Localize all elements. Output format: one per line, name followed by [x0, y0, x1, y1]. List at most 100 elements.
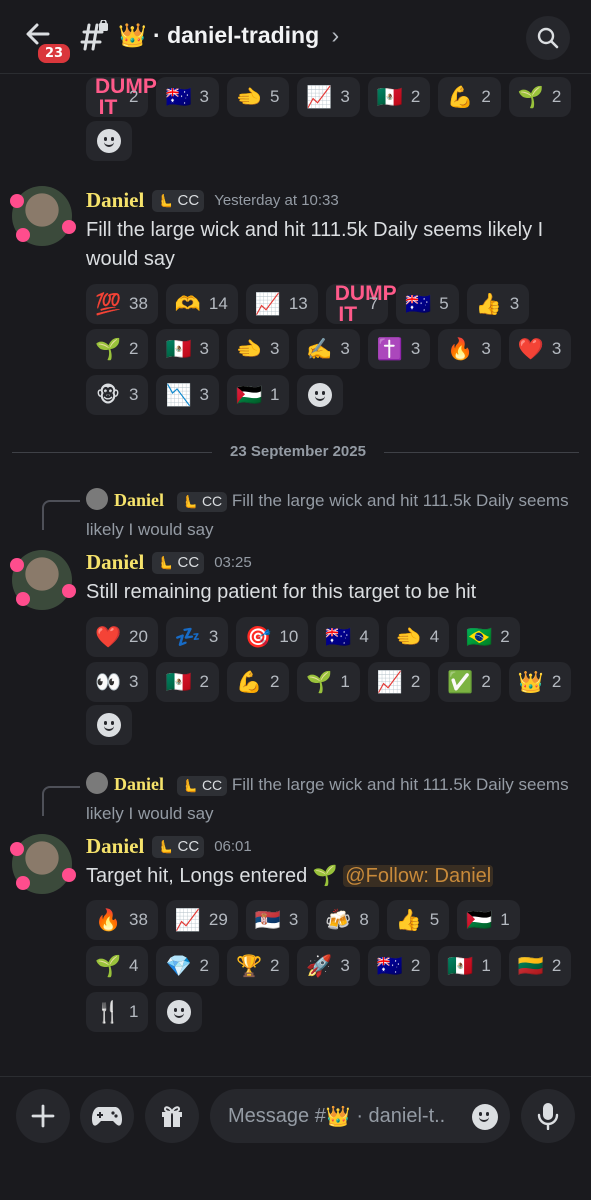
reaction-pill[interactable]: 🇵🇸 1	[226, 375, 290, 415]
attach-button[interactable]	[16, 1089, 70, 1143]
reaction-emoji: 🇲🇽	[165, 336, 192, 361]
reaction-pill[interactable]: 👍 3	[466, 284, 530, 324]
reaction-pill[interactable]: 🍴 1	[86, 992, 149, 1032]
reaction-pill[interactable]: 🚀 3	[297, 946, 360, 986]
reaction-pill[interactable]: 🇵🇸 1	[457, 900, 520, 940]
activities-button[interactable]	[80, 1089, 134, 1143]
reaction-pill[interactable]: 🔥 3	[438, 329, 501, 369]
hand-icon: 🫷	[157, 554, 174, 570]
role-mention[interactable]: @Follow: Daniel	[343, 865, 494, 887]
reaction-emoji: ✝️	[376, 336, 404, 361]
reaction-count: 1	[500, 910, 510, 929]
reaction-pill[interactable]: 💪 2	[226, 662, 290, 702]
server-tag[interactable]: 🫷 CC	[152, 189, 205, 212]
reaction-pill[interactable]: 🇲🇽 1	[438, 946, 501, 986]
reaction-pill[interactable]: 🌱 1	[297, 662, 360, 702]
gamepad-icon	[92, 1107, 122, 1126]
voice-message-button[interactable]	[521, 1089, 575, 1143]
username[interactable]: Daniel	[86, 188, 144, 213]
reaction-pill[interactable]: 👑 2	[508, 662, 572, 702]
reaction-count: 2	[551, 87, 562, 106]
reaction-pill[interactable]: ❤️ 20	[86, 617, 158, 657]
server-tag[interactable]: 🫷 CC	[152, 835, 205, 858]
reaction-emoji: ❤️	[517, 336, 544, 361]
reaction-pill[interactable]: 🌱 2	[508, 77, 572, 117]
reaction-pill[interactable]: 💤 3	[165, 617, 229, 657]
reaction-emoji: 🌱	[95, 336, 122, 361]
reaction-pill[interactable]: 🐵 3	[86, 375, 149, 415]
search-button[interactable]	[526, 16, 570, 60]
reaction-pill[interactable]: 👍 5	[386, 900, 450, 940]
reaction-pill[interactable]: 🇱🇹 2	[508, 946, 572, 986]
reaction-pill[interactable]: 🇦🇺 2	[367, 946, 431, 986]
message-input[interactable]: Message # 👑 · daniel-t..	[210, 1089, 510, 1143]
reaction-pill[interactable]: ✍️ 3	[297, 329, 360, 369]
reaction-pill[interactable]: 📈 2	[367, 662, 431, 702]
reaction-emoji: 🇦🇺	[165, 84, 192, 109]
add-reaction-button[interactable]	[297, 375, 344, 415]
reaction-pill[interactable]: 👀 3	[86, 662, 149, 702]
reaction-emoji: 📈	[306, 84, 333, 109]
reaction-pill[interactable]: 💎 2	[156, 946, 219, 986]
avatar[interactable]	[10, 186, 76, 246]
reaction-row: 🌱 4 💎 2 🏆 2 🚀 3 🇦🇺 2 🇲🇽 1 🇱🇹 2	[86, 946, 572, 986]
emoji-icon	[97, 129, 121, 153]
reaction-count: 20	[129, 627, 148, 646]
reaction-count: 38	[129, 294, 148, 313]
locked-channel-icon	[76, 19, 110, 54]
reply-connector	[42, 786, 80, 816]
reaction-pill[interactable]: 🫶 14	[165, 284, 238, 324]
reaction-pill[interactable]: 📈 3	[297, 77, 360, 117]
emoji-picker-button[interactable]	[472, 1104, 498, 1130]
reply-preview[interactable]: Daniel 🫷 CC Fill the large wick and hit 1…	[86, 770, 586, 828]
username[interactable]: Daniel	[86, 834, 144, 859]
reaction-pill[interactable]: 📈 29	[165, 900, 238, 940]
reaction-pill[interactable]: 🌱 4	[86, 946, 149, 986]
reaction-pill[interactable]: 📉 3	[156, 375, 219, 415]
reaction-pill[interactable]: 🇲🇽 2	[367, 77, 431, 117]
reaction-pill[interactable]: 🌱 2	[86, 329, 149, 369]
reaction-pill[interactable]: 🇦🇺 3	[156, 77, 219, 117]
reaction-pill[interactable]: DUMP IT 2	[86, 76, 157, 118]
channel-title[interactable]: 👑 · daniel-trading ›	[118, 22, 339, 49]
reaction-emoji: 👑	[517, 669, 544, 694]
reaction-count: 3	[481, 339, 491, 358]
reaction-row	[86, 705, 132, 745]
reaction-pill[interactable]: 💪 2	[438, 77, 501, 117]
gift-button[interactable]	[145, 1089, 199, 1143]
emoji-icon	[308, 383, 333, 407]
server-tag[interactable]: 🫷 CC	[152, 551, 205, 574]
reaction-pill[interactable]: 🇲🇽 2	[156, 662, 219, 702]
reaction-pill[interactable]: 🔥 38	[86, 900, 158, 940]
reaction-pill[interactable]: 🫲 4	[386, 617, 450, 657]
reaction-pill[interactable]: 🇧🇷 2	[457, 617, 520, 657]
reaction-pill[interactable]: ✅ 2	[438, 662, 501, 702]
reaction-pill[interactable]: 🫲 5	[226, 77, 290, 117]
reaction-emoji: 🇵🇸	[466, 907, 493, 932]
reaction-pill[interactable]: 🇲🇽 3	[156, 329, 219, 369]
timestamp: Yesterday at 10:33	[214, 192, 339, 209]
emoji-icon	[167, 1000, 192, 1024]
reaction-emoji: 📈	[174, 907, 202, 932]
reaction-pill[interactable]: 💯 38	[86, 284, 158, 324]
reaction-pill[interactable]: 🎯 10	[236, 617, 309, 657]
reaction-emoji: 🇷🇸	[254, 907, 281, 932]
reaction-pill[interactable]: 🏆 2	[226, 946, 290, 986]
avatar[interactable]	[10, 834, 76, 894]
reaction-pill[interactable]: 🍻 8	[316, 900, 379, 940]
add-reaction-button[interactable]	[86, 121, 132, 161]
reaction-pill[interactable]: 🫲 3	[226, 329, 290, 369]
username[interactable]: Daniel	[86, 550, 144, 575]
reaction-pill[interactable]: 🇷🇸 3	[245, 900, 309, 940]
reaction-pill[interactable]: ✝️ 3	[367, 329, 431, 369]
add-reaction-button[interactable]	[86, 705, 132, 745]
avatar[interactable]	[10, 550, 76, 610]
add-reaction-button[interactable]	[156, 992, 203, 1032]
reaction-pill[interactable]: DUMP IT 7	[325, 283, 397, 325]
reaction-pill[interactable]: 📈 13	[245, 284, 318, 324]
reaction-pill[interactable]: 🇦🇺 4	[316, 617, 379, 657]
reaction-pill[interactable]: 🇦🇺 5	[396, 284, 459, 324]
reaction-pill[interactable]: ❤️ 3	[508, 329, 572, 369]
reply-preview[interactable]: Daniel 🫷 CC Fill the large wick and hit 1…	[86, 486, 586, 544]
reaction-count: 3	[199, 87, 209, 106]
